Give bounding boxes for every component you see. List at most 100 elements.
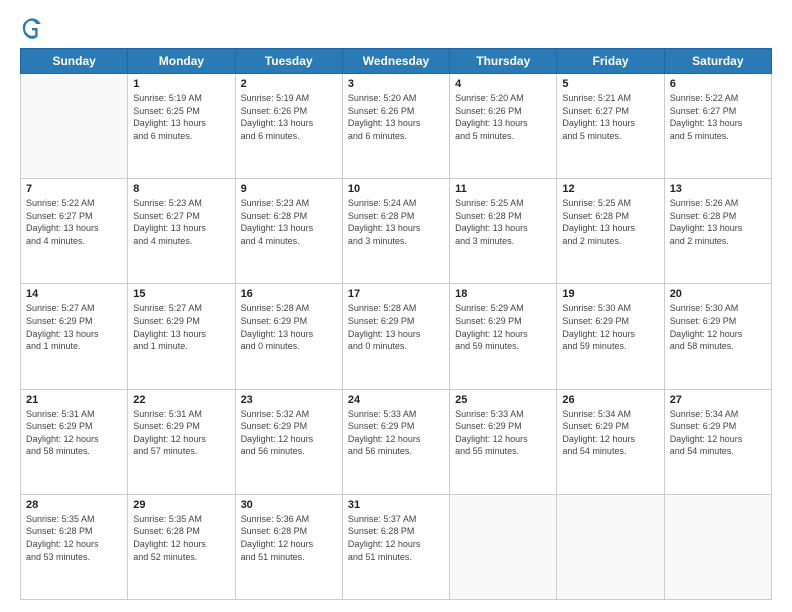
- day-cell-4: 4 Sunrise: 5:20 AM Sunset: 6:26 PM Daylig…: [450, 74, 557, 179]
- day-number: 7: [26, 183, 122, 195]
- day-cell-14: 14 Sunrise: 5:27 AM Sunset: 6:29 PM Dayli…: [21, 284, 128, 389]
- day-info: Sunrise: 5:31 AM Sunset: 6:29 PM Dayligh…: [26, 408, 122, 458]
- day-cell-29: 29 Sunrise: 5:35 AM Sunset: 6:28 PM Dayli…: [128, 494, 235, 599]
- week-row-1: 1 Sunrise: 5:19 AM Sunset: 6:25 PM Daylig…: [21, 74, 772, 179]
- day-number: 2: [241, 78, 337, 90]
- weekday-header-saturday: Saturday: [664, 49, 771, 74]
- day-info: Sunrise: 5:35 AM Sunset: 6:28 PM Dayligh…: [133, 513, 229, 563]
- day-cell-30: 30 Sunrise: 5:36 AM Sunset: 6:28 PM Dayli…: [235, 494, 342, 599]
- day-number: 11: [455, 183, 551, 195]
- day-number: 26: [562, 394, 658, 406]
- day-info: Sunrise: 5:25 AM Sunset: 6:28 PM Dayligh…: [562, 197, 658, 247]
- day-cell-22: 22Sunrise: 5:31 AM Sunset: 6:29 PM Dayli…: [128, 389, 235, 494]
- day-number: 1: [133, 78, 229, 90]
- day-number: 28: [26, 499, 122, 511]
- logo-icon: [20, 16, 44, 40]
- day-number: 16: [241, 288, 337, 300]
- weekday-header-tuesday: Tuesday: [235, 49, 342, 74]
- weekday-header-thursday: Thursday: [450, 49, 557, 74]
- day-number: 4: [455, 78, 551, 90]
- empty-cell: [450, 494, 557, 599]
- day-cell-20: 20 Sunrise: 5:30 AM Sunset: 6:29 PM Dayli…: [664, 284, 771, 389]
- day-info: Sunrise: 5:33 AM Sunset: 6:29 PM Dayligh…: [348, 408, 444, 458]
- day-number: 20: [670, 288, 766, 300]
- page: SundayMondayTuesdayWednesdayThursdayFrid…: [0, 0, 792, 612]
- day-info: Sunrise: 5:24 AM Sunset: 6:28 PM Dayligh…: [348, 197, 444, 247]
- day-number: 22: [133, 394, 229, 406]
- day-number: 14: [26, 288, 122, 300]
- day-info: Sunrise: 5:34 AM Sunset: 6:29 PM Dayligh…: [562, 408, 658, 458]
- day-info: Sunrise: 5:19 AM Sunset: 6:26 PM Dayligh…: [241, 92, 337, 142]
- day-number: 10: [348, 183, 444, 195]
- day-cell-25: 25 Sunrise: 5:33 AM Sunset: 6:29 PM Dayli…: [450, 389, 557, 494]
- day-number: 21: [26, 394, 122, 406]
- day-info: Sunrise: 5:28 AM Sunset: 6:29 PM Dayligh…: [348, 302, 444, 352]
- day-number: 3: [348, 78, 444, 90]
- day-cell-19: 19Sunrise: 5:30 AM Sunset: 6:29 PM Dayli…: [557, 284, 664, 389]
- day-cell-18: 18 Sunrise: 5:29 AM Sunset: 6:29 PM Dayli…: [450, 284, 557, 389]
- day-cell-23: 23Sunrise: 5:32 AM Sunset: 6:29 PM Dayli…: [235, 389, 342, 494]
- day-number: 17: [348, 288, 444, 300]
- day-cell-12: 12 Sunrise: 5:25 AM Sunset: 6:28 PM Dayli…: [557, 179, 664, 284]
- day-info: Sunrise: 5:22 AM Sunset: 6:27 PM Dayligh…: [670, 92, 766, 142]
- day-number: 29: [133, 499, 229, 511]
- weekday-header-monday: Monday: [128, 49, 235, 74]
- day-cell-7: 7Sunrise: 5:22 AM Sunset: 6:27 PM Daylig…: [21, 179, 128, 284]
- weekday-header-sunday: Sunday: [21, 49, 128, 74]
- day-info: Sunrise: 5:34 AM Sunset: 6:29 PM Dayligh…: [670, 408, 766, 458]
- empty-cell: [21, 74, 128, 179]
- day-info: Sunrise: 5:30 AM Sunset: 6:29 PM Dayligh…: [670, 302, 766, 352]
- day-cell-26: 26 Sunrise: 5:34 AM Sunset: 6:29 PM Dayli…: [557, 389, 664, 494]
- day-cell-2: 2 Sunrise: 5:19 AM Sunset: 6:26 PM Daylig…: [235, 74, 342, 179]
- day-cell-24: 24 Sunrise: 5:33 AM Sunset: 6:29 PM Dayli…: [342, 389, 449, 494]
- weekday-header-row: SundayMondayTuesdayWednesdayThursdayFrid…: [21, 49, 772, 74]
- day-info: Sunrise: 5:28 AM Sunset: 6:29 PM Dayligh…: [241, 302, 337, 352]
- day-info: Sunrise: 5:20 AM Sunset: 6:26 PM Dayligh…: [455, 92, 551, 142]
- day-number: 24: [348, 394, 444, 406]
- day-info: Sunrise: 5:19 AM Sunset: 6:25 PM Dayligh…: [133, 92, 229, 142]
- day-cell-31: 31Sunrise: 5:37 AM Sunset: 6:28 PM Dayli…: [342, 494, 449, 599]
- day-cell-5: 5Sunrise: 5:21 AM Sunset: 6:27 PM Daylig…: [557, 74, 664, 179]
- day-info: Sunrise: 5:27 AM Sunset: 6:29 PM Dayligh…: [133, 302, 229, 352]
- day-cell-13: 13 Sunrise: 5:26 AM Sunset: 6:28 PM Dayli…: [664, 179, 771, 284]
- day-number: 13: [670, 183, 766, 195]
- day-cell-6: 6Sunrise: 5:22 AM Sunset: 6:27 PM Daylig…: [664, 74, 771, 179]
- day-number: 8: [133, 183, 229, 195]
- day-info: Sunrise: 5:27 AM Sunset: 6:29 PM Dayligh…: [26, 302, 122, 352]
- day-number: 19: [562, 288, 658, 300]
- day-number: 18: [455, 288, 551, 300]
- day-cell-28: 28 Sunrise: 5:35 AM Sunset: 6:28 PM Dayli…: [21, 494, 128, 599]
- week-row-4: 21 Sunrise: 5:31 AM Sunset: 6:29 PM Dayli…: [21, 389, 772, 494]
- weekday-header-friday: Friday: [557, 49, 664, 74]
- week-row-3: 14 Sunrise: 5:27 AM Sunset: 6:29 PM Dayli…: [21, 284, 772, 389]
- day-number: 9: [241, 183, 337, 195]
- day-number: 31: [348, 499, 444, 511]
- day-cell-16: 16 Sunrise: 5:28 AM Sunset: 6:29 PM Dayli…: [235, 284, 342, 389]
- day-cell-8: 8Sunrise: 5:23 AM Sunset: 6:27 PM Daylig…: [128, 179, 235, 284]
- day-number: 30: [241, 499, 337, 511]
- day-cell-27: 27Sunrise: 5:34 AM Sunset: 6:29 PM Dayli…: [664, 389, 771, 494]
- day-cell-1: 1 Sunrise: 5:19 AM Sunset: 6:25 PM Daylig…: [128, 74, 235, 179]
- day-info: Sunrise: 5:33 AM Sunset: 6:29 PM Dayligh…: [455, 408, 551, 458]
- day-info: Sunrise: 5:25 AM Sunset: 6:28 PM Dayligh…: [455, 197, 551, 247]
- week-row-5: 28 Sunrise: 5:35 AM Sunset: 6:28 PM Dayli…: [21, 494, 772, 599]
- day-info: Sunrise: 5:32 AM Sunset: 6:29 PM Dayligh…: [241, 408, 337, 458]
- day-cell-11: 11 Sunrise: 5:25 AM Sunset: 6:28 PM Dayli…: [450, 179, 557, 284]
- calendar-table: SundayMondayTuesdayWednesdayThursdayFrid…: [20, 48, 772, 600]
- empty-cell: [557, 494, 664, 599]
- day-info: Sunrise: 5:35 AM Sunset: 6:28 PM Dayligh…: [26, 513, 122, 563]
- day-info: Sunrise: 5:29 AM Sunset: 6:29 PM Dayligh…: [455, 302, 551, 352]
- day-number: 15: [133, 288, 229, 300]
- week-row-2: 7Sunrise: 5:22 AM Sunset: 6:27 PM Daylig…: [21, 179, 772, 284]
- day-info: Sunrise: 5:20 AM Sunset: 6:26 PM Dayligh…: [348, 92, 444, 142]
- day-number: 25: [455, 394, 551, 406]
- day-info: Sunrise: 5:36 AM Sunset: 6:28 PM Dayligh…: [241, 513, 337, 563]
- day-cell-9: 9Sunrise: 5:23 AM Sunset: 6:28 PM Daylig…: [235, 179, 342, 284]
- logo: [20, 16, 48, 40]
- day-info: Sunrise: 5:26 AM Sunset: 6:28 PM Dayligh…: [670, 197, 766, 247]
- day-cell-21: 21 Sunrise: 5:31 AM Sunset: 6:29 PM Dayli…: [21, 389, 128, 494]
- day-cell-17: 17 Sunrise: 5:28 AM Sunset: 6:29 PM Dayli…: [342, 284, 449, 389]
- day-cell-15: 15 Sunrise: 5:27 AM Sunset: 6:29 PM Dayli…: [128, 284, 235, 389]
- empty-cell: [664, 494, 771, 599]
- day-number: 12: [562, 183, 658, 195]
